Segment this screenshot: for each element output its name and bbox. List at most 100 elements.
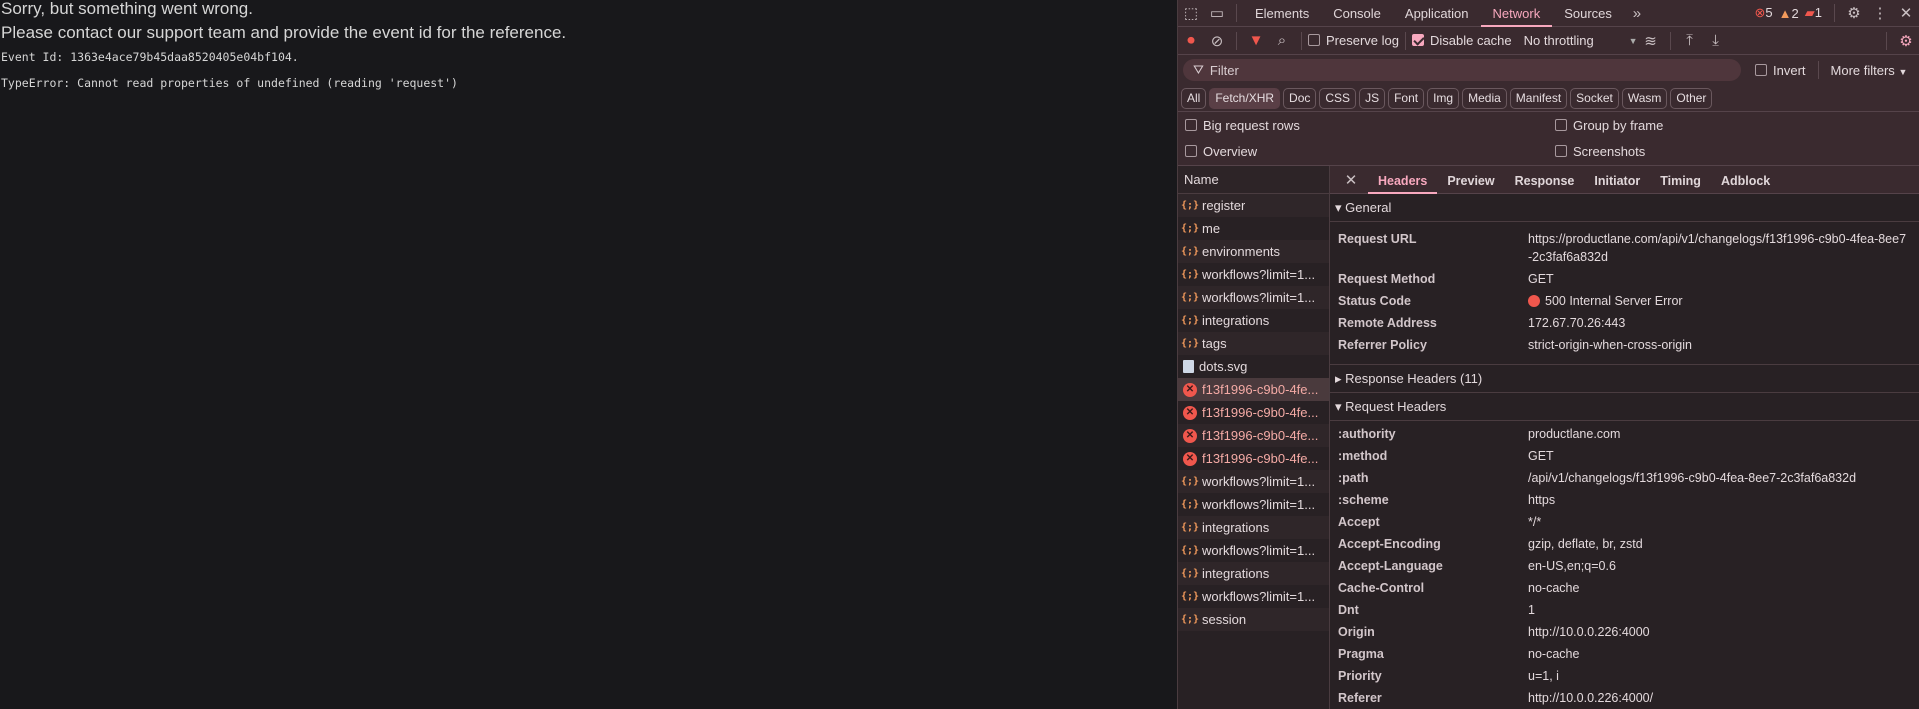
tab-elements[interactable]: Elements xyxy=(1243,0,1321,27)
request-row[interactable]: ✕ f13f1996-c9b0-4fe... xyxy=(1178,447,1329,470)
overview-checkbox[interactable]: Overview xyxy=(1185,144,1257,159)
screenshots-checkbox[interactable]: Screenshots xyxy=(1555,144,1645,159)
error-count[interactable]: ⊗5 xyxy=(1755,5,1773,21)
header-name: :scheme xyxy=(1338,493,1389,507)
request-row[interactable]: {;} environments xyxy=(1178,240,1329,263)
tab-timing[interactable]: Timing xyxy=(1650,166,1711,194)
preserve-log-checkbox[interactable]: Preserve log xyxy=(1308,33,1399,48)
export-har-icon[interactable]: ⤓ xyxy=(1703,29,1729,53)
request-row[interactable]: {;} me xyxy=(1178,217,1329,240)
inspect-element-icon[interactable]: ⬚ xyxy=(1178,1,1204,25)
request-headers-toggle[interactable]: ▾ Request Headers xyxy=(1330,393,1919,421)
request-row[interactable]: {;} tags xyxy=(1178,332,1329,355)
group-by-frame-checkbox[interactable]: Group by frame xyxy=(1555,118,1663,133)
disable-cache-checkbox[interactable]: Disable cache xyxy=(1411,33,1512,48)
tab-sources[interactable]: Sources xyxy=(1552,0,1624,27)
filter-chip-doc[interactable]: Doc xyxy=(1283,87,1317,109)
tab-initiator[interactable]: Initiator xyxy=(1584,166,1650,194)
request-name: session xyxy=(1202,612,1247,627)
tab-network[interactable]: Network xyxy=(1480,0,1553,27)
close-detail-icon[interactable]: ✕ xyxy=(1338,168,1364,192)
tab-preview[interactable]: Preview xyxy=(1437,166,1504,194)
network-conditions-icon[interactable]: ≋ xyxy=(1638,29,1664,53)
settings-icon[interactable]: ⚙ xyxy=(1841,1,1867,25)
name-column-header[interactable]: Name xyxy=(1178,166,1329,194)
request-row[interactable]: {;} register xyxy=(1178,194,1329,217)
request-row[interactable]: {;} workflows?limit=1... xyxy=(1178,470,1329,493)
record-icon[interactable]: ⏺ xyxy=(1178,29,1204,53)
tab-console[interactable]: Console xyxy=(1321,0,1393,27)
request-row[interactable]: ✕ f13f1996-c9b0-4fe... xyxy=(1178,378,1329,401)
header-value: */* xyxy=(1528,513,1919,531)
fetch-icon: {;} xyxy=(1180,545,1200,556)
fetch-icon: {;} xyxy=(1180,315,1200,326)
header-name: Dnt xyxy=(1338,603,1359,617)
warning-count[interactable]: ▲2 xyxy=(1779,6,1799,21)
filter-chip-wasm[interactable]: Wasm xyxy=(1621,87,1668,109)
clear-icon[interactable]: ⊘ xyxy=(1204,29,1230,53)
response-headers-toggle[interactable]: ▸ Response Headers (11) xyxy=(1330,365,1919,393)
filter-chip-css[interactable]: CSS xyxy=(1319,87,1357,109)
filter-chip-img[interactable]: Img xyxy=(1427,87,1460,109)
filter-chip-socket[interactable]: Socket xyxy=(1570,87,1619,109)
request-row[interactable]: {;} workflows?limit=1... xyxy=(1178,493,1329,516)
value-text: https xyxy=(1528,493,1556,507)
request-name: workflows?limit=1... xyxy=(1202,589,1316,604)
more-tabs-icon[interactable]: » xyxy=(1624,1,1650,25)
request-row[interactable]: dots.svg xyxy=(1178,355,1329,378)
more-options-icon[interactable]: ⋮ xyxy=(1867,1,1893,25)
tab-response[interactable]: Response xyxy=(1505,166,1585,194)
request-name: f13f1996-c9b0-4fe... xyxy=(1202,451,1319,466)
filter-chip-font[interactable]: Font xyxy=(1388,87,1425,109)
filter-chip-media[interactable]: Media xyxy=(1462,87,1507,109)
issue-count[interactable]: ▰1 xyxy=(1805,5,1822,21)
header-row: Dnt 1 xyxy=(1330,599,1919,621)
value-text: no-cache xyxy=(1528,581,1580,595)
header-name: Request URL xyxy=(1338,232,1417,246)
devtools-tabbar: ⬚ ▭ Elements Console Application Network… xyxy=(1178,0,1919,27)
request-name: environments xyxy=(1202,244,1281,259)
filter-chip-manifest[interactable]: Manifest xyxy=(1509,87,1568,109)
request-row[interactable]: {;} session xyxy=(1178,608,1329,631)
more-filters-dropdown[interactable]: More filters ▼ xyxy=(1831,63,1908,78)
request-row[interactable]: {;} workflows?limit=1... xyxy=(1178,263,1329,286)
throttling-select[interactable]: No throttling xyxy=(1524,33,1629,48)
tab-headers[interactable]: Headers xyxy=(1368,166,1438,194)
request-row[interactable]: ✕ f13f1996-c9b0-4fe... xyxy=(1178,424,1329,447)
fetch-icon: {;} xyxy=(1180,522,1200,533)
resource-type-filters: All Fetch/XHR Doc CSS JS Font Img Media Manifest… xyxy=(1178,85,1919,112)
header-value: en-US,en;q=0.6 xyxy=(1528,557,1919,575)
search-icon[interactable]: ⌕ xyxy=(1269,29,1295,53)
value-text: http://10.0.0.226:4000 xyxy=(1528,625,1650,639)
filter-chip-fetchxhr[interactable]: Fetch/XHR xyxy=(1209,87,1281,109)
tab-application[interactable]: Application xyxy=(1393,0,1481,27)
header-name: Referer xyxy=(1338,691,1382,705)
general-section-toggle[interactable]: ▾ General xyxy=(1330,194,1919,222)
tab-adblock[interactable]: Adblock xyxy=(1711,166,1780,194)
header-value: GET xyxy=(1528,270,1919,288)
close-icon[interactable]: ✕ xyxy=(1893,1,1919,25)
big-request-rows-checkbox[interactable]: Big request rows xyxy=(1185,118,1300,133)
request-row[interactable]: {;} workflows?limit=1... xyxy=(1178,286,1329,309)
header-row: Referrer Policy strict-origin-when-cross-… xyxy=(1330,334,1919,356)
request-row[interactable]: {;} workflows?limit=1... xyxy=(1178,539,1329,562)
filter-toggle-icon[interactable]: ▼ xyxy=(1243,29,1269,53)
request-row[interactable]: {;} integrations xyxy=(1178,562,1329,585)
value-text: GET xyxy=(1528,272,1554,286)
request-row[interactable]: {;} integrations xyxy=(1178,309,1329,332)
request-row[interactable]: ✕ f13f1996-c9b0-4fe... xyxy=(1178,401,1329,424)
fetch-icon: {;} xyxy=(1180,476,1200,487)
invert-checkbox[interactable]: Invert xyxy=(1755,63,1806,78)
filter-chip-js[interactable]: JS xyxy=(1359,87,1386,109)
filter-chip-other[interactable]: Other xyxy=(1670,87,1713,109)
event-id: Event Id: 1363e4ace79b45daa8520405e04bf1… xyxy=(1,50,299,64)
header-name: :authority xyxy=(1338,427,1396,441)
network-settings-icon[interactable]: ⚙ xyxy=(1893,29,1919,53)
header-row: Accept-Language en-US,en;q=0.6 xyxy=(1330,555,1919,577)
import-har-icon[interactable]: ⤒ xyxy=(1677,29,1703,53)
filter-chip-all[interactable]: All xyxy=(1181,87,1207,109)
request-row[interactable]: {;} integrations xyxy=(1178,516,1329,539)
filter-input[interactable]: ⛛ Filter xyxy=(1183,59,1741,81)
device-toolbar-icon[interactable]: ▭ xyxy=(1204,1,1230,25)
request-row[interactable]: {;} workflows?limit=1... xyxy=(1178,585,1329,608)
